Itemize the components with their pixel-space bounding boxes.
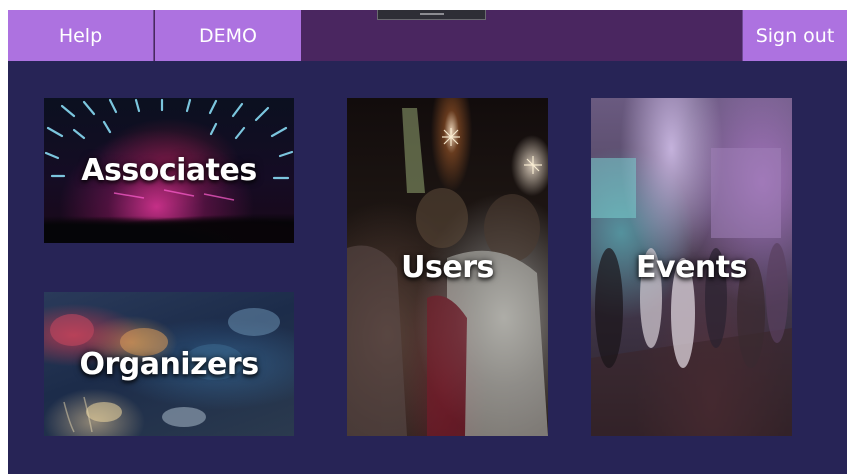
drag-handle[interactable] xyxy=(377,10,486,20)
users-label: Users xyxy=(401,249,494,285)
associates-label: Associates xyxy=(81,153,257,188)
organizers-label: Organizers xyxy=(79,346,259,382)
sign-out-button[interactable]: Sign out xyxy=(742,10,847,61)
demo-button[interactable]: DEMO xyxy=(155,10,301,61)
app-window: Help DEMO Sign out Associates Organizers… xyxy=(8,10,847,474)
top-bar: Help DEMO Sign out xyxy=(8,10,847,61)
crowd-silhouette xyxy=(44,211,294,243)
associates-tile[interactable]: Associates xyxy=(44,98,294,243)
events-tile[interactable]: Events xyxy=(591,98,792,436)
events-label: Events xyxy=(636,249,747,285)
users-tile[interactable]: Users xyxy=(347,98,548,436)
organizers-tile[interactable]: Organizers xyxy=(44,292,294,436)
help-button[interactable]: Help xyxy=(8,10,154,61)
